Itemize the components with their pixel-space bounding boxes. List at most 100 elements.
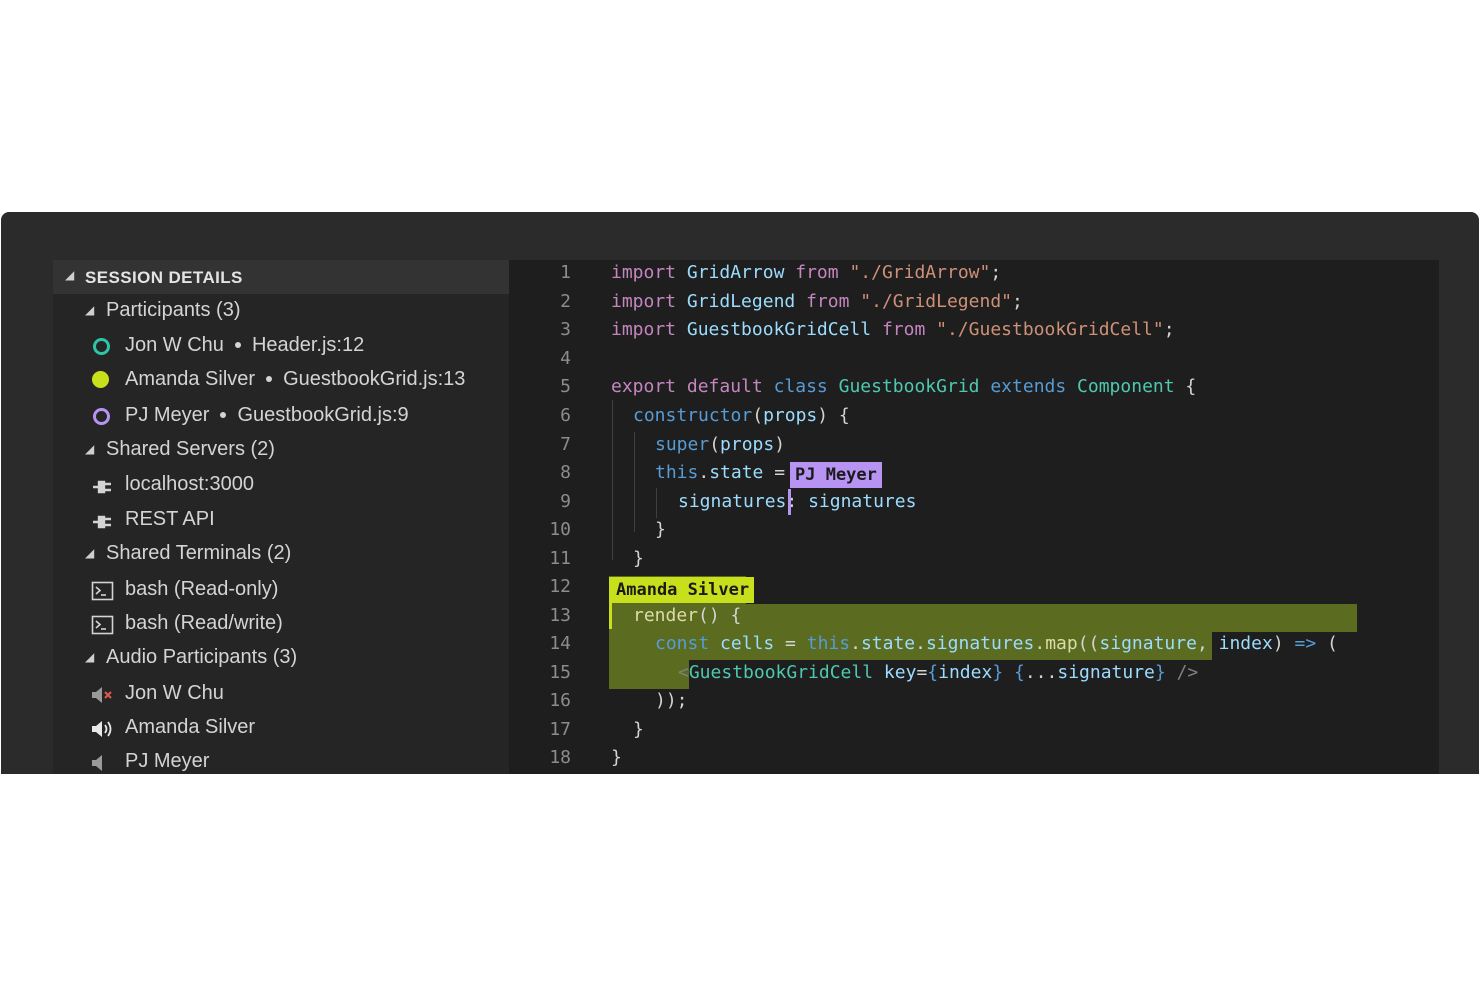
shared-terminals-group[interactable]: ◢ Shared Terminals (2) xyxy=(53,537,509,571)
code-line: 17 } xyxy=(509,717,1439,745)
code-token: import xyxy=(611,262,677,283)
code-token: Component xyxy=(1077,376,1175,397)
code-token: => xyxy=(1294,633,1317,654)
audio-participant-jon[interactable]: Jon W Chu xyxy=(53,677,509,711)
speaker-active-icon xyxy=(91,718,115,740)
code-token: super xyxy=(655,434,710,455)
pj-meyer-cursor xyxy=(788,489,791,515)
collapse-triangle-icon[interactable]: ◢ xyxy=(65,268,75,282)
plug-icon xyxy=(91,510,115,532)
code-token: ; xyxy=(990,262,1002,283)
server-item[interactable]: REST API xyxy=(53,503,509,537)
shared-terminals-group-label: Shared Terminals (2) xyxy=(106,542,292,564)
participant-location: Header.js:12 xyxy=(251,334,365,356)
code-token: import xyxy=(611,291,677,312)
collapse-triangle-icon[interactable]: ◢ xyxy=(85,546,94,560)
audio-participant-pj[interactable]: PJ Meyer xyxy=(53,745,509,774)
speaker-muted-icon xyxy=(91,684,115,706)
code-token: < xyxy=(678,662,689,683)
code-token: GuestbookGridCell xyxy=(688,662,874,683)
audio-participant-name: PJ Meyer xyxy=(125,750,210,772)
code-token: signatures xyxy=(678,491,787,512)
code-token: GuestbookGrid xyxy=(838,376,980,397)
code-line: 16 )); xyxy=(509,688,1439,716)
code-token: from xyxy=(795,262,839,283)
participant-location: GuestbookGrid.js:13 xyxy=(283,368,466,390)
code-line: 8 this.state = xyxy=(509,460,1439,488)
app-window: ◢ SESSION DETAILS ◢ Participants (3) Jon… xyxy=(1,212,1479,774)
shared-servers-group-label: Shared Servers (2) xyxy=(106,438,275,460)
code-token: props xyxy=(720,434,775,455)
line-number: 17 xyxy=(549,719,571,740)
collapse-triangle-icon[interactable]: ◢ xyxy=(85,303,94,317)
terminal-item[interactable]: bash (Read-only) xyxy=(53,573,509,607)
code-token: = xyxy=(774,633,807,654)
participant-jon[interactable]: Jon W Chu Header.js:12 xyxy=(53,329,509,363)
audio-participants-group[interactable]: ◢ Audio Participants (3) xyxy=(53,641,509,675)
code-token: class xyxy=(773,376,828,397)
code-token: (( xyxy=(1077,633,1100,654)
code-token: key xyxy=(883,662,917,683)
code-line: 3 import GuestbookGridCell from "./Guest… xyxy=(509,317,1439,345)
session-details-title: SESSION DETAILS xyxy=(85,268,243,287)
code-token: { xyxy=(927,662,939,683)
collapse-triangle-icon[interactable]: ◢ xyxy=(85,650,94,664)
follow-ring-icon xyxy=(91,336,115,358)
server-item[interactable]: localhost:3000 xyxy=(53,468,509,502)
code-token: . xyxy=(915,633,926,654)
code-line: 15 <GuestbookGridCell key={index} {...si… xyxy=(509,660,1439,688)
code-token: ; xyxy=(1163,319,1175,340)
code-token: ) xyxy=(774,434,786,455)
code-editor[interactable]: 1 import GridArrow from "./GridArrow"; 2… xyxy=(509,260,1439,774)
code-token: "./GridLegend" xyxy=(849,291,1012,312)
code-line: 13 render() { xyxy=(509,603,1439,631)
code-token: "./GuestbookGridCell" xyxy=(925,319,1164,340)
code-token: map xyxy=(1045,633,1078,654)
code-token: index xyxy=(938,662,993,683)
code-token: . xyxy=(698,462,710,483)
server-name: REST API xyxy=(125,508,215,530)
code-token: signature xyxy=(1099,633,1197,654)
code-token: } xyxy=(633,548,644,569)
code-token: ; xyxy=(1012,291,1023,312)
code-token: cells xyxy=(720,633,775,654)
code-line: 11 } xyxy=(509,546,1439,574)
code-line: 2 import GridLegend from "./GridLegend"; xyxy=(509,289,1439,317)
amanda-silver-cursor xyxy=(609,577,612,629)
code-token: ( xyxy=(709,434,721,455)
line-number: 16 xyxy=(549,690,571,711)
line-number: 15 xyxy=(549,662,571,683)
audio-participant-name: Jon W Chu xyxy=(125,682,224,704)
code-token: const xyxy=(655,633,710,654)
code-token: GuestbookGridCell xyxy=(676,319,882,340)
code-token: from xyxy=(806,291,850,312)
line-number: 13 xyxy=(549,605,571,626)
audio-participants-group-label: Audio Participants (3) xyxy=(106,646,298,668)
participant-name: PJ Meyer xyxy=(125,404,210,426)
pj-meyer-cursor-flag: PJ Meyer xyxy=(790,462,882,488)
session-details-header[interactable]: ◢ SESSION DETAILS xyxy=(53,260,509,294)
code-token: ) xyxy=(1272,633,1295,654)
audio-participant-amanda[interactable]: Amanda Silver xyxy=(53,711,509,745)
separator-dot xyxy=(220,412,227,418)
line-number: 7 xyxy=(560,434,571,455)
code-token: export xyxy=(611,376,677,397)
participants-group[interactable]: ◢ Participants (3) xyxy=(53,294,509,328)
code-token: import xyxy=(611,319,677,340)
terminal-icon xyxy=(91,614,115,636)
code-token: from xyxy=(881,319,926,340)
participant-amanda[interactable]: Amanda Silver GuestbookGrid.js:13 xyxy=(53,363,509,397)
collapse-triangle-icon[interactable]: ◢ xyxy=(85,442,94,456)
participant-pj[interactable]: PJ Meyer GuestbookGrid.js:9 xyxy=(53,399,509,433)
code-token: constructor xyxy=(633,405,753,426)
line-number: 18 xyxy=(549,747,571,768)
terminal-item[interactable]: bash (Read/write) xyxy=(53,607,509,641)
line-number: 1 xyxy=(560,262,571,283)
code-token: } xyxy=(655,519,666,540)
shared-servers-group[interactable]: ◢ Shared Servers (2) xyxy=(53,433,509,467)
line-number: 10 xyxy=(549,519,571,540)
code-line: 18 } xyxy=(509,745,1439,773)
code-token: GridLegend xyxy=(676,291,807,312)
